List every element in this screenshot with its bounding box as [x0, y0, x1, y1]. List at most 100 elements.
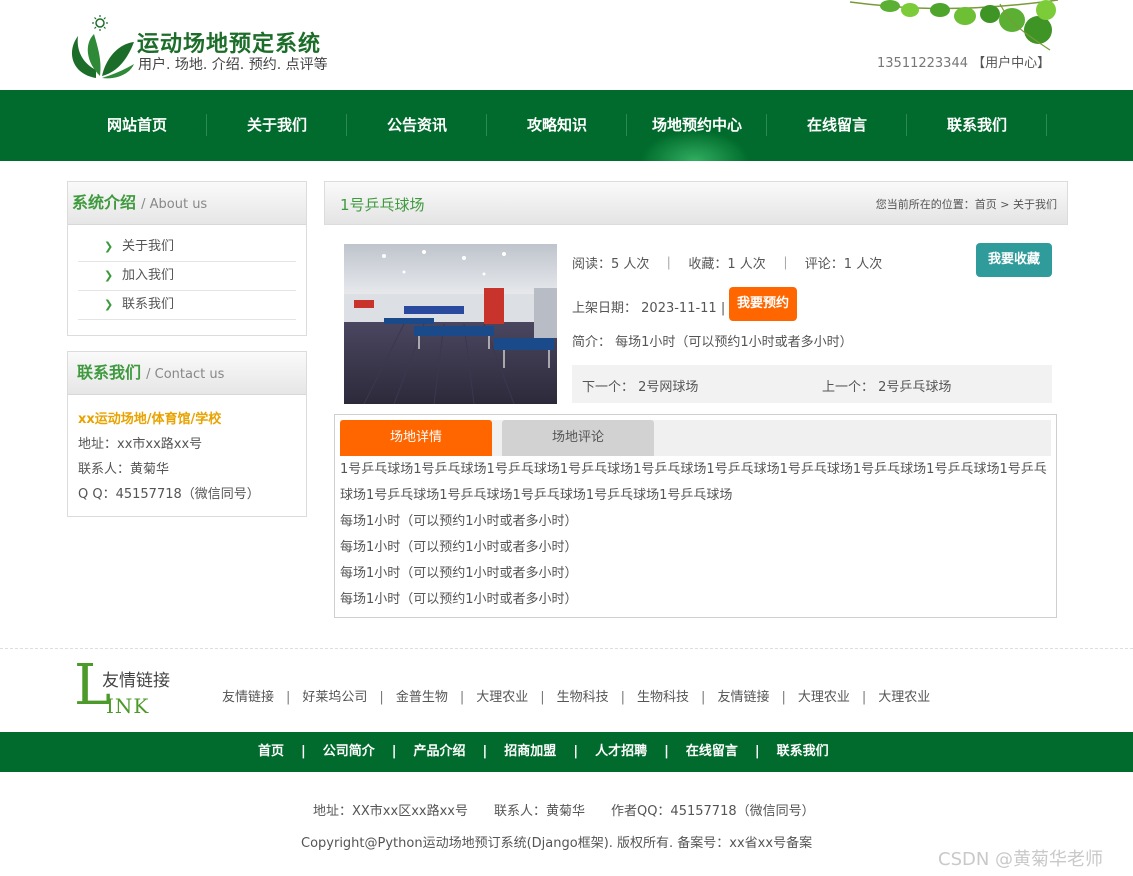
contact-address: 地址：xx市xx路xx号: [78, 437, 203, 452]
sidebar-about-title-en: / About us: [141, 197, 208, 212]
page-title: 1号乒乓球场: [340, 196, 425, 214]
sidebar-item-label: 联系我们: [122, 297, 175, 312]
nav-item-news[interactable]: 公告资讯: [347, 90, 487, 161]
sidebar-about: 系统介绍 / About us ❯ 关于我们 ❯ 加入我们 ❯ 联系我们: [67, 181, 307, 336]
friend-links-logo: L 友情链接 INK: [74, 656, 184, 720]
nav-item-home[interactable]: 网站首页: [67, 90, 207, 161]
leaves-decoration-icon: [850, 0, 1059, 51]
next-venue-link[interactable]: 下一个： 2号网球场: [582, 376, 698, 395]
nav-item-guides[interactable]: 攻略知识: [487, 90, 627, 161]
footer-nav-separator: |: [754, 744, 760, 759]
nav-separator: [1046, 114, 1047, 136]
friend-link[interactable]: 大理农业: [476, 690, 528, 705]
sidebar-about-list: ❯ 关于我们 ❯ 加入我们 ❯ 联系我们: [68, 225, 306, 326]
nav-item-booking[interactable]: 场地预约中心: [627, 90, 767, 161]
sidebar-contact-body: xx运动场地/体育馆/学校 地址：xx市xx路xx号 联系人：黄菊华 Q Q：4…: [68, 395, 306, 511]
tab-venue-reviews[interactable]: 场地评论: [502, 420, 654, 456]
friend-links-ink: INK: [106, 694, 150, 718]
link-separator: |: [379, 690, 384, 705]
sidebar-contact: 联系我们 / Contact us xx运动场地/体育馆/学校 地址：xx市xx…: [67, 351, 307, 517]
nav-item-contact[interactable]: 联系我们: [907, 90, 1047, 161]
footer-nav-messages[interactable]: 在线留言: [686, 744, 738, 759]
venue-stats: 阅读：5 人次 ｜ 收藏：1 人次 ｜ 评论：1 人次: [572, 257, 883, 272]
link-separator: |: [781, 690, 786, 705]
watermark: CSDN @黄菊华老师: [938, 849, 1104, 870]
date-value: 2023-11-11: [641, 301, 717, 316]
sidebar-contact-header: 联系我们 / Contact us: [68, 352, 306, 395]
site-header: 运动场地预定系统 用户. 场地. 介绍. 预约. 点评等 13511223344…: [0, 0, 1133, 90]
footer-address: 地址：XX市xx区xx路xx号 联系人：黄菊华 作者QQ：45157718（微信…: [313, 804, 815, 819]
footer-copyright: Copyright@Python运动场地预订系统(Django框架). 版权所有…: [301, 836, 813, 851]
breadcrumb: 您当前所在的位置：首页 > 关于我们: [875, 198, 1057, 211]
friend-link[interactable]: 好莱坞公司: [302, 690, 367, 705]
sidebar-item-contact[interactable]: ❯ 联系我们: [78, 291, 296, 320]
nav-item-about[interactable]: 关于我们: [207, 90, 347, 161]
sidebar-item-label: 关于我们: [122, 239, 175, 254]
footer-nav-separator: |: [301, 744, 306, 759]
footer-nav-company[interactable]: 公司简介: [323, 744, 375, 759]
date-separator: |: [720, 301, 726, 316]
chevron-right-icon: ❯: [104, 240, 114, 253]
venue-photo: [344, 244, 557, 404]
footer-nav-separator: |: [482, 744, 488, 759]
friend-link[interactable]: 大理农业: [878, 690, 930, 705]
header-contact: 13511223344 【用户中心】: [877, 52, 1050, 71]
sidebar-item-join[interactable]: ❯ 加入我们: [78, 262, 296, 291]
sidebar-item-label: 加入我们: [122, 268, 175, 283]
footer-nav-home[interactable]: 首页: [258, 744, 284, 759]
tab-venue-details[interactable]: 场地详情: [340, 420, 492, 456]
contact-qq: Q Q：45157718（微信同号）: [78, 487, 260, 502]
footer-nav-items: 首页 | 公司简介 | 产品介绍 | 招商加盟 | 人才招聘 | 在线留言 | 联系我们: [258, 732, 829, 772]
contact-person: 联系人：黄菊华: [78, 462, 170, 477]
footer-nav-separator: |: [664, 744, 669, 759]
sidebar-about-title: 系统介绍: [72, 193, 137, 212]
friend-link[interactable]: 金普生物: [396, 690, 448, 705]
detail-line: 每场1小时（可以预约1小时或者多小时）: [340, 592, 578, 607]
section-divider: [0, 648, 1133, 649]
chevron-right-icon: ❯: [104, 269, 114, 282]
header-phone: 13511223344: [877, 56, 968, 71]
friend-link[interactable]: 生物科技: [637, 690, 689, 705]
nav-item-messages[interactable]: 在线留言: [767, 90, 907, 161]
detail-line: 每场1小时（可以预约1小时或者多小时）: [340, 514, 578, 529]
leaf-logo-icon: [72, 15, 134, 79]
friend-link[interactable]: 友情链接: [717, 690, 769, 705]
link-separator: |: [459, 690, 465, 705]
footer-nav-products[interactable]: 产品介绍: [414, 744, 466, 759]
link-separator: |: [540, 690, 545, 705]
detail-paragraph: 1号乒乓球场1号乒乓球场1号乒乓球场1号乒乓球场1号乒乓球场1号乒乓球场1号乒乓…: [340, 462, 1047, 503]
footer-nav-franchise[interactable]: 招商加盟: [504, 744, 556, 759]
date-label: 上架日期：: [572, 301, 638, 316]
next-prev-bar: 下一个： 2号网球场 上一个： 2号乒乓球场: [572, 365, 1052, 403]
tab-bar: 场地详情 场地评论: [340, 420, 1051, 456]
content-header: 1号乒乓球场 您当前所在的位置：首页 > 关于我们: [324, 181, 1068, 225]
book-button[interactable]: 我要预约: [729, 287, 797, 321]
footer-nav-careers[interactable]: 人才招聘: [595, 744, 647, 759]
footer-nav-separator: |: [573, 744, 579, 759]
friend-link[interactable]: 友情链接: [222, 690, 274, 705]
link-separator: |: [861, 690, 867, 705]
footer-nav-contact[interactable]: 联系我们: [777, 744, 829, 759]
venue-intro: 简介： 每场1小时（可以预约1小时或者多小时）: [572, 335, 853, 350]
friend-link[interactable]: 生物科技: [557, 690, 609, 705]
sidebar-contact-title: 联系我们: [77, 363, 142, 382]
friend-links-title: 友情链接: [102, 671, 170, 691]
link-separator: |: [701, 690, 706, 705]
favorite-button[interactable]: 我要收藏: [976, 243, 1052, 277]
footer-nav-separator: |: [391, 744, 397, 759]
friend-link[interactable]: 大理农业: [798, 690, 850, 705]
sidebar-item-about[interactable]: ❯ 关于我们: [78, 233, 296, 262]
chevron-right-icon: ❯: [104, 298, 114, 311]
footer-nav: 首页 | 公司简介 | 产品介绍 | 招商加盟 | 人才招聘 | 在线留言 | 联系我们: [0, 732, 1133, 772]
prev-venue-link[interactable]: 上一个： 2号乒乓球场: [822, 376, 951, 395]
user-center-link[interactable]: 【用户中心】: [972, 56, 1050, 71]
detail-line: 每场1小时（可以预约1小时或者多小时）: [340, 566, 578, 581]
contact-org: xx运动场地/体育馆/学校: [78, 412, 222, 427]
friend-links-list: 友情链接 | 好莱坞公司 | 金普生物 | 大理农业 | 生物科技 | 生物科技 | 友情链接 | 大理农业…: [222, 686, 930, 705]
link-separator: |: [620, 690, 626, 705]
site-subtitle: 用户. 场地. 介绍. 预约. 点评等: [138, 57, 328, 73]
sidebar-contact-title-en: / Contact us: [146, 367, 225, 382]
detail-line: 每场1小时（可以预约1小时或者多小时）: [340, 540, 578, 555]
venue-detail-content: 1号乒乓球场1号乒乓球场1号乒乓球场1号乒乓球场1号乒乓球场1号乒乓球场1号乒乓…: [340, 457, 1050, 613]
link-separator: |: [286, 690, 291, 705]
